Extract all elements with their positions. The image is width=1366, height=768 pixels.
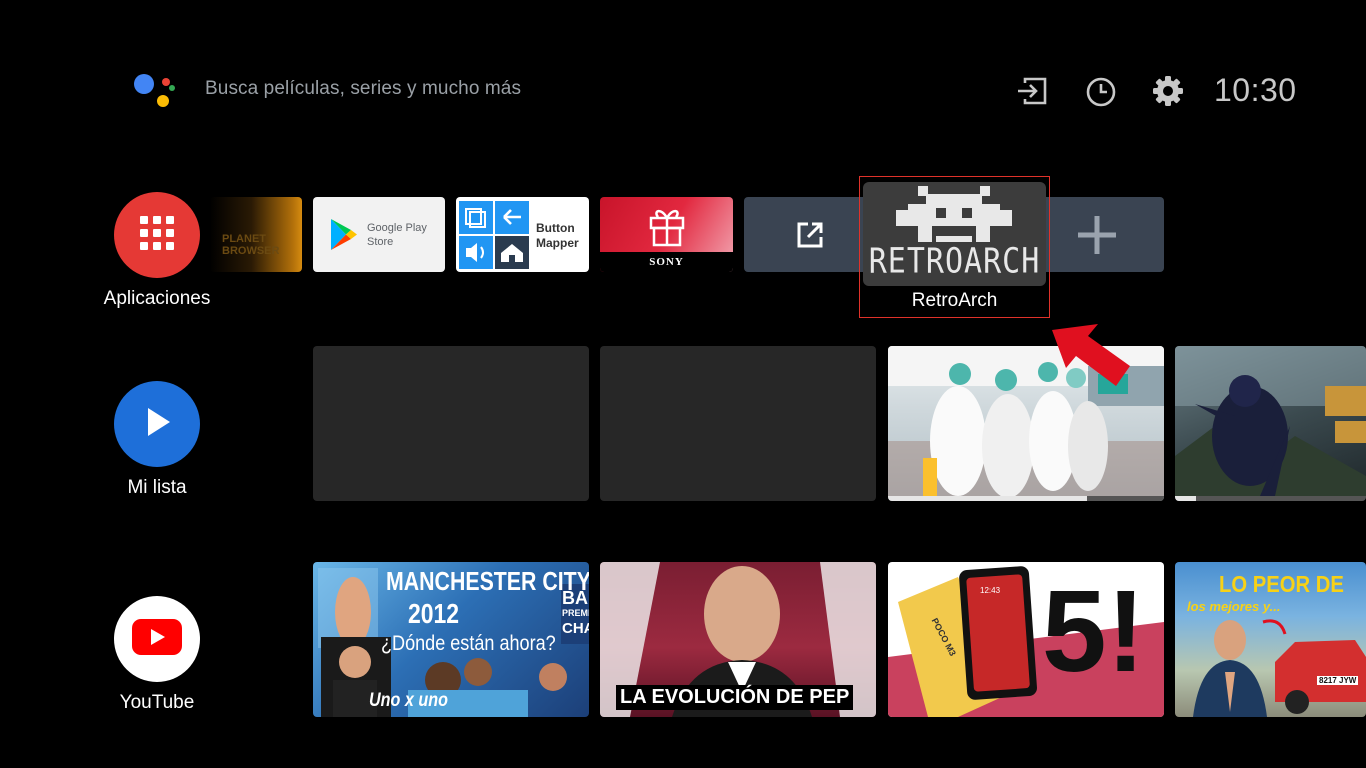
google-play-line2: Store [367, 236, 394, 248]
settings-gear-icon[interactable] [1151, 74, 1185, 108]
open-external-icon [796, 221, 824, 254]
planet-browser-line1: PLANET [222, 233, 266, 245]
youtube-video-4[interactable]: LO PEOR DE los mejores y... 8217 JYW [1175, 562, 1366, 717]
google-assistant-icon[interactable] [132, 72, 178, 112]
retroarch-invader-icon [896, 186, 1012, 249]
sony-label: SONY [649, 256, 684, 268]
google-play-icon [329, 218, 359, 256]
progress-track-1 [888, 496, 1164, 501]
progress-fill-1 [888, 496, 1087, 501]
progress-track-2 [1175, 496, 1366, 501]
video4-title-line2: los mejores y... [1187, 599, 1281, 614]
video3-phone-time: 12:43 [980, 586, 1001, 595]
input-source-icon[interactable] [1015, 74, 1049, 108]
button-mapper-icon [459, 201, 529, 272]
video2-caption-box: LA EVOLUCIÓN DE PEP [616, 685, 854, 710]
planet-browser-line2: BROWSER [222, 245, 280, 257]
app-google-play-store[interactable]: Google Play Store [313, 197, 445, 272]
apps-label: Aplicaciones [103, 288, 211, 309]
youtube-video-3[interactable]: 5! POCO M3 12:43 [888, 562, 1164, 717]
youtube-video-1[interactable]: MANCHESTER CITY 2012 ¿Dónde están ahora?… [313, 562, 589, 717]
black-panther-thumbnail [1175, 346, 1366, 496]
gift-icon [648, 201, 686, 252]
video4-plate: 8217 JYW [1317, 676, 1359, 685]
video1-side-text2: PREMI [562, 608, 589, 618]
search-placeholder[interactable]: Busca películas, series y mucho más [205, 78, 521, 100]
youtube-button[interactable] [114, 596, 200, 682]
video2-caption: LA EVOLUCIÓN DE PEP [620, 686, 850, 708]
video1-caption: Uno x uno [369, 690, 448, 711]
apps-button[interactable] [114, 192, 200, 278]
youtube-icon [132, 618, 182, 660]
progress-fill-2 [1175, 496, 1196, 501]
watchlist-button[interactable] [114, 381, 200, 467]
app-planet-browser[interactable]: PLANET BROWSER [210, 197, 302, 272]
youtube-video-2[interactable]: LA EVOLUCIÓN DE PEP [600, 562, 876, 717]
watchlist-card-empty-1[interactable] [313, 346, 589, 501]
pointer-arrow [1052, 324, 1130, 386]
app-retroarch[interactable]: RETROARCH [863, 182, 1046, 286]
play-icon [140, 405, 174, 444]
retroarch-label: RetroArch [911, 290, 998, 311]
video1-title-line1: MANCHESTER CITY [386, 566, 589, 596]
app-button-mapper[interactable]: Button Mapper [456, 197, 589, 272]
apps-grid-icon [139, 215, 175, 256]
video1-side-text1: BA [562, 588, 588, 608]
plus-icon [1076, 214, 1118, 261]
clock: 10:30 [1214, 72, 1297, 108]
button-mapper-line1: Button [536, 221, 575, 235]
video4-title-line1: LO PEOR DE [1219, 571, 1344, 597]
watchlist-card-black-panther[interactable] [1175, 346, 1366, 501]
video1-title-line2: 2012 [408, 598, 460, 629]
watchlist-card-empty-2[interactable] [600, 346, 876, 501]
add-app-button[interactable] [1032, 197, 1164, 272]
button-mapper-line2: Mapper [536, 236, 579, 250]
youtube-label: YouTube [119, 692, 195, 713]
timer-icon[interactable] [1084, 74, 1118, 108]
app-sony-select[interactable]: SONY [600, 197, 733, 272]
video1-side-text3: CHA [562, 620, 589, 637]
google-play-line1: Google Play [367, 222, 427, 234]
retroarch-logo-text: RETROARCH [868, 241, 1041, 282]
video3-big-text: 5! [1042, 566, 1146, 696]
video1-title-line3: ¿Dónde están ahora? [381, 632, 556, 655]
app-open-external[interactable] [744, 197, 876, 272]
watchlist-label: Mi lista [127, 477, 187, 498]
